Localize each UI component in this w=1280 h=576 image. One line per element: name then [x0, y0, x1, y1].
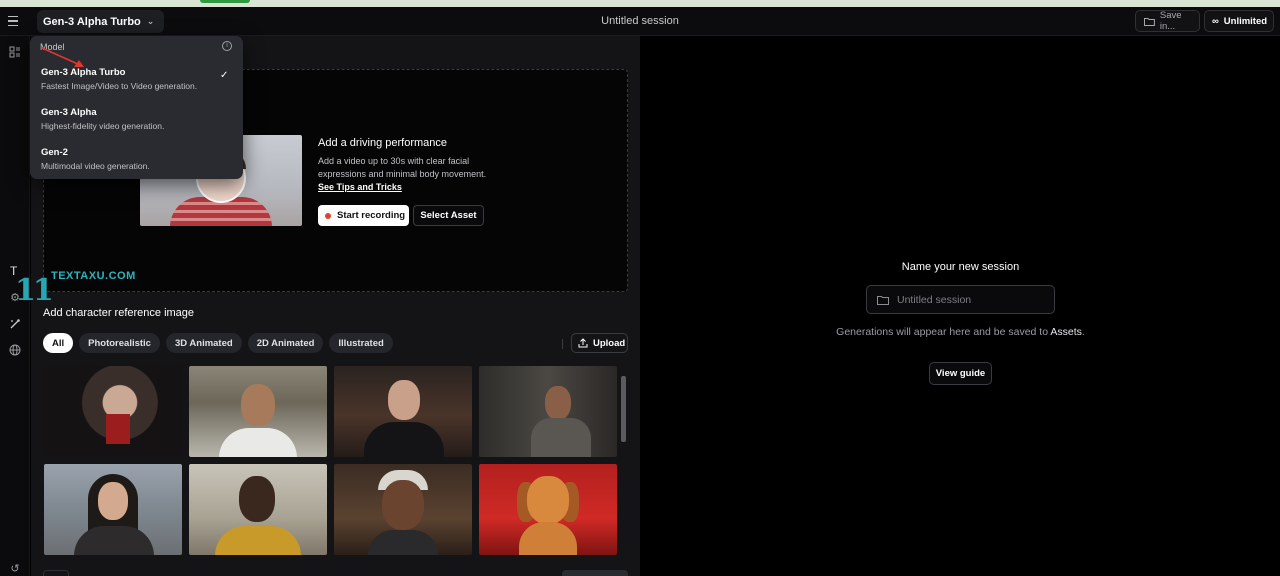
annotation-arrow-icon	[41, 47, 84, 67]
thumb-scarf	[106, 414, 130, 444]
thumb-dog-body	[519, 522, 577, 555]
globe-icon[interactable]	[8, 344, 22, 358]
thumb-body	[531, 418, 591, 457]
session-name-input[interactable]	[897, 293, 1047, 306]
select-asset-button[interactable]: Select Asset	[413, 205, 484, 226]
filter-chip-all[interactable]: All	[43, 333, 74, 353]
style-filter-chips: All Photorealistic 3D Animated 2D Animat…	[43, 333, 393, 353]
save-in-button[interactable]: Save in...	[1135, 10, 1200, 32]
record-dot-icon	[325, 212, 331, 219]
character-thumb-man-yellow-shirt[interactable]	[189, 464, 327, 555]
thumb-head	[239, 476, 275, 522]
model-option-desc: Fastest Image/Video to Video generation.	[41, 81, 198, 91]
infinity-icon: ∞	[1212, 15, 1219, 27]
save-in-label: Save in...	[1159, 10, 1182, 32]
character-thumb-animated-dog[interactable]	[479, 464, 617, 555]
character-thumb-woman-courtroom[interactable]	[334, 366, 472, 457]
thumb-dog-head	[527, 476, 569, 524]
character-thumb-animated-old-man[interactable]	[334, 464, 472, 555]
watermark-text: TEXTAXU.COM	[51, 270, 136, 282]
model-option-name: Gen-3 Alpha	[41, 107, 97, 118]
grid-scrollbar[interactable]	[620, 366, 627, 556]
filter-chip-photorealistic[interactable]: Photorealistic	[79, 333, 160, 353]
performance-description: Add a video up to 30s with clear facial …	[318, 156, 487, 179]
browser-chrome-strip	[0, 0, 1280, 7]
thumb-shirt	[219, 428, 297, 457]
folder-icon	[1144, 17, 1155, 26]
top-bar: Gen-3 Alpha Turbo ⌄ Untitled session Sav…	[0, 7, 1280, 36]
grid-scrollbar-thumb[interactable]	[621, 376, 626, 442]
footer-control-partial	[43, 570, 69, 576]
magic-tools-icon[interactable]	[8, 318, 22, 332]
start-recording-button[interactable]: Start recording	[318, 205, 409, 226]
unlimited-plan-button[interactable]: ∞ Unlimited	[1204, 10, 1274, 32]
upload-icon	[578, 338, 588, 348]
thumb-face	[98, 482, 128, 520]
thumb-suit	[364, 422, 444, 457]
model-option-name: Gen-2	[41, 147, 68, 158]
filter-chip-2d-animated[interactable]: 2D Animated	[247, 333, 324, 353]
model-option-gen3-alpha[interactable]: Gen-3 Alpha Highest-fidelity video gener…	[34, 102, 239, 138]
generations-note: Generations will appear here and be save…	[641, 325, 1280, 339]
performance-title: Add a driving performance	[318, 137, 448, 149]
view-guide-button[interactable]: View guide	[929, 362, 992, 385]
upload-button[interactable]: Upload	[571, 333, 628, 353]
thumb-head	[388, 380, 420, 420]
model-option-desc: Multimodal video generation.	[41, 161, 150, 171]
character-thumb-elderly-man-red-scarf[interactable]	[44, 366, 182, 457]
character-image-grid	[44, 366, 619, 556]
character-thumb-young-man-hallway[interactable]	[189, 366, 327, 457]
folder-icon	[877, 295, 889, 305]
character-thumb-woman-city[interactable]	[44, 464, 182, 555]
filter-chip-illustrated[interactable]: Illustrated	[329, 333, 393, 353]
site-watermark: T 11 TEXTAXU.COM	[5, 262, 145, 310]
upload-label: Upload	[593, 337, 626, 349]
thumb-head	[241, 384, 275, 426]
assets-link[interactable]: Assets	[1050, 326, 1082, 338]
generations-note-end: .	[1081, 326, 1085, 338]
thumb-coat	[74, 526, 154, 555]
grid-dashboard-icon[interactable]	[8, 46, 22, 60]
model-option-desc: Highest-fidelity video generation.	[41, 121, 165, 131]
start-recording-label: Start recording	[337, 210, 406, 221]
watermark-number: 11	[15, 273, 54, 308]
tips-and-tricks-link[interactable]: See Tips and Tricks	[318, 182, 402, 192]
info-icon[interactable]: i	[222, 41, 232, 51]
model-option-gen2[interactable]: Gen-2 Multimodal video generation.	[34, 142, 239, 178]
thumb-head	[545, 386, 571, 420]
thumb-shirt	[215, 526, 301, 555]
thumb-head	[382, 480, 424, 530]
filter-chip-3d-animated[interactable]: 3D Animated	[165, 333, 242, 353]
session-name-field[interactable]	[866, 285, 1055, 314]
thumb-body	[368, 530, 438, 555]
session-title: Untitled session	[601, 15, 679, 27]
history-icon[interactable]: ↺	[8, 562, 22, 576]
footer-button-partial	[562, 570, 628, 576]
session-name-title: Name your new session	[901, 261, 1020, 273]
filter-divider	[562, 339, 563, 349]
generations-note-text: Generations will appear here and be save…	[836, 326, 1051, 338]
active-tab-marker	[200, 0, 250, 3]
session-panel: Name your new session Generations will a…	[641, 36, 1280, 576]
character-thumb-woman-library[interactable]	[479, 366, 617, 457]
unlimited-label: Unlimited	[1223, 15, 1268, 27]
checkmark-icon: ✓	[220, 70, 229, 81]
